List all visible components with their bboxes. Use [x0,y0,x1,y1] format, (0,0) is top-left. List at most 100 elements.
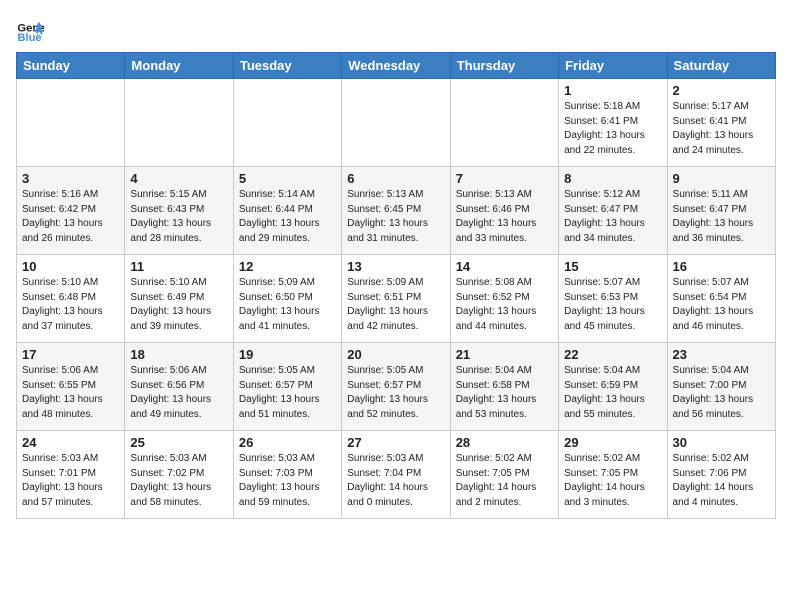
day-number: 25 [130,435,227,450]
calendar-cell: 5 Sunrise: 5:14 AM Sunset: 6:44 PM Daylig… [233,167,341,255]
calendar-cell: 23 Sunrise: 5:04 AM Sunset: 7:00 PM Dayli… [667,343,775,431]
day-info: Sunrise: 5:02 AM Sunset: 7:05 PM Dayligh… [564,452,661,510]
week-row-3: 10 Sunrise: 5:10 AM Sunset: 6:48 PM Dayli… [17,255,776,343]
day-info: Sunrise: 5:08 AM Sunset: 6:52 PM Dayligh… [456,276,553,334]
day-info: Sunrise: 5:13 AM Sunset: 6:46 PM Dayligh… [456,188,553,246]
day-number: 17 [22,347,119,362]
calendar-cell: 21 Sunrise: 5:04 AM Sunset: 6:58 PM Dayli… [450,343,558,431]
day-number: 18 [130,347,227,362]
calendar-cell: 7 Sunrise: 5:13 AM Sunset: 6:46 PM Daylig… [450,167,558,255]
day-info: Sunrise: 5:09 AM Sunset: 6:51 PM Dayligh… [347,276,444,334]
day-number: 22 [564,347,661,362]
calendar-cell: 19Sunrise: 5:05 AM Sunset: 6:57 PM Dayli… [233,343,341,431]
calendar-cell: 29 Sunrise: 5:02 AM Sunset: 7:05 PM Dayli… [559,431,667,519]
dow-friday: Friday [559,53,667,79]
day-number: 16 [673,259,770,274]
svg-text:Blue: Blue [17,32,41,44]
day-number: 5 [239,171,336,186]
day-number: 29 [564,435,661,450]
calendar-cell [342,79,450,167]
calendar-cell: 11 Sunrise: 5:10 AM Sunset: 6:49 PM Dayli… [125,255,233,343]
calendar-cell: 4 Sunrise: 5:15 AM Sunset: 6:43 PM Daylig… [125,167,233,255]
calendar-cell: 1 Sunrise: 5:18 AM Sunset: 6:41 PM Daylig… [559,79,667,167]
day-info: Sunrise: 5:04 AM Sunset: 6:59 PM Dayligh… [564,364,661,422]
day-info: Sunrise: 5:07 AM Sunset: 6:54 PM Dayligh… [673,276,770,334]
day-number: 11 [130,259,227,274]
calendar-cell: 10 Sunrise: 5:10 AM Sunset: 6:48 PM Dayli… [17,255,125,343]
week-row-4: 17Sunrise: 5:06 AM Sunset: 6:55 PM Dayli… [17,343,776,431]
calendar-body: 1 Sunrise: 5:18 AM Sunset: 6:41 PM Daylig… [17,79,776,519]
day-number: 2 [673,83,770,98]
week-row-1: 1 Sunrise: 5:18 AM Sunset: 6:41 PM Daylig… [17,79,776,167]
day-number: 6 [347,171,444,186]
week-row-5: 24 Sunrise: 5:03 AM Sunset: 7:01 PM Dayli… [17,431,776,519]
dow-tuesday: Tuesday [233,53,341,79]
dow-sunday: Sunday [17,53,125,79]
day-info: Sunrise: 5:02 AM Sunset: 7:06 PM Dayligh… [673,452,770,510]
calendar-cell [450,79,558,167]
day-info: Sunrise: 5:10 AM Sunset: 6:48 PM Dayligh… [22,276,119,334]
day-info: Sunrise: 5:03 AM Sunset: 7:01 PM Dayligh… [22,452,119,510]
logo: General Blue [16,16,48,44]
day-info: Sunrise: 5:12 AM Sunset: 6:47 PM Dayligh… [564,188,661,246]
day-info: Sunrise: 5:11 AM Sunset: 6:47 PM Dayligh… [673,188,770,246]
day-number: 1 [564,83,661,98]
days-of-week-row: SundayMondayTuesdayWednesdayThursdayFrid… [17,53,776,79]
day-number: 3 [22,171,119,186]
logo-icon: General Blue [16,16,44,44]
day-number: 24 [22,435,119,450]
day-number: 13 [347,259,444,274]
calendar-cell: 14 Sunrise: 5:08 AM Sunset: 6:52 PM Dayli… [450,255,558,343]
calendar-cell: 30 Sunrise: 5:02 AM Sunset: 7:06 PM Dayli… [667,431,775,519]
day-info: Sunrise: 5:18 AM Sunset: 6:41 PM Dayligh… [564,100,661,158]
day-number: 30 [673,435,770,450]
day-info: Sunrise: 5:03 AM Sunset: 7:03 PM Dayligh… [239,452,336,510]
day-info: Sunrise: 5:13 AM Sunset: 6:45 PM Dayligh… [347,188,444,246]
day-info: Sunrise: 5:07 AM Sunset: 6:53 PM Dayligh… [564,276,661,334]
calendar-cell [233,79,341,167]
calendar-cell: 22 Sunrise: 5:04 AM Sunset: 6:59 PM Dayli… [559,343,667,431]
day-info: Sunrise: 5:16 AM Sunset: 6:42 PM Dayligh… [22,188,119,246]
calendar-cell: 12Sunrise: 5:09 AM Sunset: 6:50 PM Dayli… [233,255,341,343]
day-number: 28 [456,435,553,450]
day-number: 4 [130,171,227,186]
week-row-2: 3 Sunrise: 5:16 AM Sunset: 6:42 PM Daylig… [17,167,776,255]
calendar-cell: 6 Sunrise: 5:13 AM Sunset: 6:45 PM Daylig… [342,167,450,255]
day-info: Sunrise: 5:10 AM Sunset: 6:49 PM Dayligh… [130,276,227,334]
calendar-cell: 18Sunrise: 5:06 AM Sunset: 6:56 PM Dayli… [125,343,233,431]
calendar-cell: 17Sunrise: 5:06 AM Sunset: 6:55 PM Dayli… [17,343,125,431]
day-info: Sunrise: 5:05 AM Sunset: 6:57 PM Dayligh… [347,364,444,422]
calendar-cell: 8Sunrise: 5:12 AM Sunset: 6:47 PM Daylig… [559,167,667,255]
day-info: Sunrise: 5:04 AM Sunset: 7:00 PM Dayligh… [673,364,770,422]
calendar-cell: 25 Sunrise: 5:03 AM Sunset: 7:02 PM Dayli… [125,431,233,519]
calendar-cell: 3 Sunrise: 5:16 AM Sunset: 6:42 PM Daylig… [17,167,125,255]
day-number: 23 [673,347,770,362]
dow-monday: Monday [125,53,233,79]
calendar-cell: 13 Sunrise: 5:09 AM Sunset: 6:51 PM Dayli… [342,255,450,343]
day-number: 14 [456,259,553,274]
day-info: Sunrise: 5:03 AM Sunset: 7:04 PM Dayligh… [347,452,444,510]
calendar-cell: 2 Sunrise: 5:17 AM Sunset: 6:41 PM Daylig… [667,79,775,167]
day-number: 9 [673,171,770,186]
day-info: Sunrise: 5:03 AM Sunset: 7:02 PM Dayligh… [130,452,227,510]
day-info: Sunrise: 5:14 AM Sunset: 6:44 PM Dayligh… [239,188,336,246]
calendar-cell [17,79,125,167]
dow-thursday: Thursday [450,53,558,79]
calendar-cell [125,79,233,167]
day-number: 7 [456,171,553,186]
calendar-cell: 20 Sunrise: 5:05 AM Sunset: 6:57 PM Dayli… [342,343,450,431]
day-info: Sunrise: 5:09 AM Sunset: 6:50 PM Dayligh… [239,276,336,334]
day-info: Sunrise: 5:05 AM Sunset: 6:57 PM Dayligh… [239,364,336,422]
day-number: 15 [564,259,661,274]
day-info: Sunrise: 5:15 AM Sunset: 6:43 PM Dayligh… [130,188,227,246]
calendar-cell: 28 Sunrise: 5:02 AM Sunset: 7:05 PM Dayli… [450,431,558,519]
day-number: 10 [22,259,119,274]
day-number: 20 [347,347,444,362]
calendar-cell: 15 Sunrise: 5:07 AM Sunset: 6:53 PM Dayli… [559,255,667,343]
day-info: Sunrise: 5:04 AM Sunset: 6:58 PM Dayligh… [456,364,553,422]
day-info: Sunrise: 5:17 AM Sunset: 6:41 PM Dayligh… [673,100,770,158]
calendar-cell: 24 Sunrise: 5:03 AM Sunset: 7:01 PM Dayli… [17,431,125,519]
day-info: Sunrise: 5:02 AM Sunset: 7:05 PM Dayligh… [456,452,553,510]
day-number: 21 [456,347,553,362]
calendar-cell: 9 Sunrise: 5:11 AM Sunset: 6:47 PM Daylig… [667,167,775,255]
